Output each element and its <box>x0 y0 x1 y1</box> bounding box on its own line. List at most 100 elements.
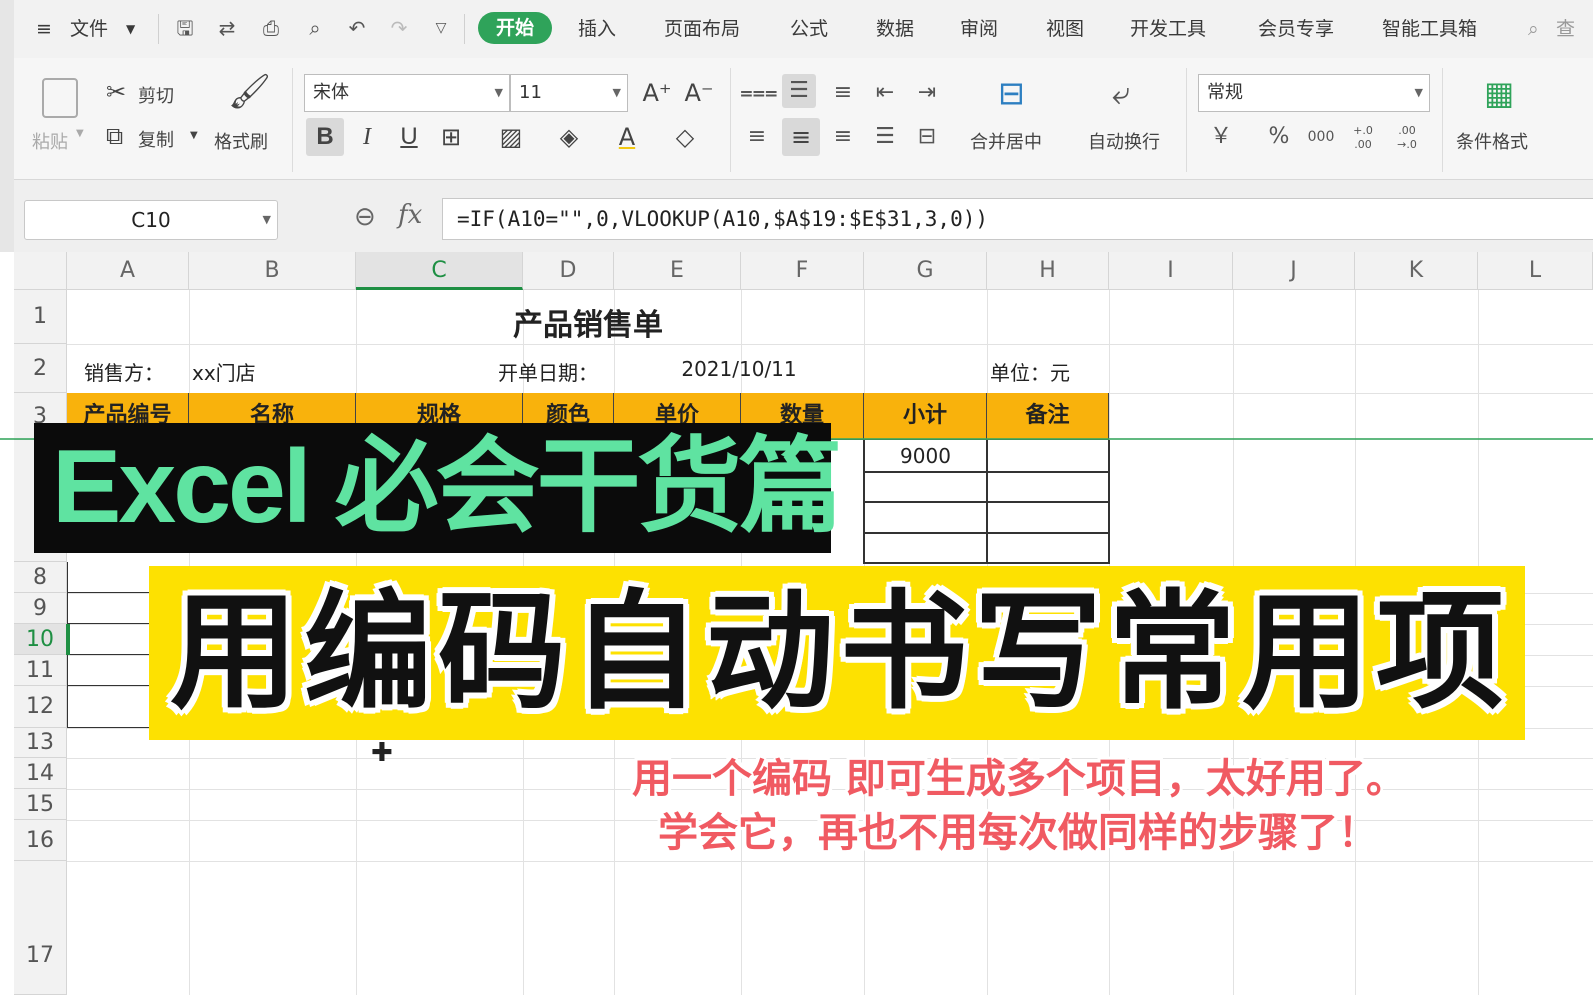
tab-data[interactable]: 数据 <box>876 14 914 44</box>
column-header-j[interactable]: J <box>1233 252 1355 290</box>
column-header-d[interactable]: D <box>523 252 614 290</box>
wrap-text-button[interactable]: 自动换行 <box>1088 128 1160 154</box>
copy-chevron-down-icon[interactable]: ▼ <box>190 130 198 141</box>
tab-start[interactable]: 开始 <box>478 12 552 44</box>
decrease-indent-icon[interactable]: ⇤ <box>868 76 902 110</box>
font-size-select[interactable]: 11 ▼ <box>510 74 628 112</box>
row-header-15[interactable]: 15 <box>14 789 67 820</box>
font-name-select[interactable]: 宋体 ▼ <box>304 74 510 112</box>
row-header-14[interactable]: 14 <box>14 758 67 789</box>
tab-review[interactable]: 审阅 <box>960 14 998 44</box>
zoom-icon[interactable]: ⊖ <box>354 202 376 232</box>
tab-page-layout[interactable]: 页面布局 <box>664 14 740 44</box>
increase-indent-icon[interactable]: ⇥ <box>910 76 944 110</box>
menu-icon[interactable]: ≡ <box>36 14 52 44</box>
search-icon[interactable]: ⌕ <box>1528 14 1539 44</box>
date-label[interactable]: 开单日期： <box>498 357 598 386</box>
increase-decimal-button[interactable]: +.0 .00 <box>1346 120 1380 154</box>
save-icon[interactable]: 🖫 <box>172 14 198 42</box>
formula-input[interactable]: =IF(A10="",0,VLOOKUP(A10,$A$19:$E$31,3,0… <box>442 198 1593 240</box>
print-icon[interactable]: ⎙ <box>258 14 284 42</box>
file-menu[interactable]: 文件 <box>70 14 108 44</box>
borders-icon[interactable]: ⊞ <box>432 118 470 156</box>
number-format-select[interactable]: 常规 ▼ <box>1198 74 1430 112</box>
font-color-icon[interactable]: A <box>608 118 646 156</box>
row-header-8[interactable]: 8 <box>14 562 67 593</box>
header-subtotal[interactable]: 小计 <box>864 393 987 440</box>
header-notes[interactable]: 备注 <box>987 393 1109 440</box>
align-bottom-icon[interactable]: ≡ <box>826 76 860 110</box>
tab-view[interactable]: 视图 <box>1046 14 1084 44</box>
decrease-font-icon[interactable]: A⁻ <box>680 74 718 112</box>
column-header-f[interactable]: F <box>741 252 864 290</box>
column-header-c[interactable]: C <box>356 252 523 290</box>
align-top-icon[interactable]: ⩶ <box>740 76 778 110</box>
column-header-g[interactable]: G <box>864 252 987 290</box>
justify-icon[interactable]: ☰ <box>868 120 902 154</box>
paste-chevron-down-icon[interactable]: ▼ <box>76 128 84 139</box>
eraser-icon[interactable]: ◇ <box>666 118 704 156</box>
redo-icon[interactable]: ↷ <box>386 14 412 42</box>
name-box[interactable]: C10 ▼ <box>24 200 278 240</box>
column-header-b[interactable]: B <box>189 252 356 290</box>
percent-button[interactable]: % <box>1262 120 1296 154</box>
column-header-h[interactable]: H <box>987 252 1109 290</box>
underline-button[interactable]: U <box>390 118 428 156</box>
row-header-9[interactable]: 9 <box>14 593 67 624</box>
cut-button[interactable]: 剪切 <box>138 82 174 108</box>
file-chevron-down-icon[interactable]: ▼ <box>126 14 135 44</box>
row-header-10[interactable]: 10 <box>14 624 67 655</box>
customize-chevron-icon[interactable]: ▽ <box>428 14 454 42</box>
export-icon[interactable]: ⇄ <box>214 14 240 42</box>
row-header-13[interactable]: 13 <box>14 728 67 758</box>
paste-icon[interactable] <box>42 78 78 118</box>
date-value[interactable]: 2021/10/11 <box>614 357 864 381</box>
fx-icon[interactable]: fx <box>398 200 422 230</box>
divider <box>292 68 293 172</box>
tab-member[interactable]: 会员专享 <box>1258 14 1334 44</box>
row-header-1[interactable]: 1 <box>14 290 67 344</box>
row-header-16[interactable]: 16 <box>14 820 67 861</box>
select-all-corner[interactable] <box>14 252 67 290</box>
merge-center-button[interactable]: 合并居中 <box>970 128 1042 154</box>
bold-button[interactable]: B <box>306 118 344 156</box>
copy-button[interactable]: 复制 <box>138 126 174 152</box>
italic-button[interactable]: I <box>348 118 386 156</box>
fill-color-icon[interactable]: ◈ <box>550 118 588 156</box>
print-preview-icon[interactable]: ⌕ <box>302 14 328 42</box>
conditional-format-button[interactable]: 条件格式 <box>1456 128 1528 154</box>
subtotal-cell[interactable]: 9000 <box>864 444 987 468</box>
sheet-title[interactable]: 产品销售单 <box>67 300 1109 344</box>
format-painter-button[interactable]: 格式刷 <box>214 128 268 154</box>
column-header-i[interactable]: I <box>1109 252 1233 290</box>
column-header-a[interactable]: A <box>67 252 189 290</box>
tab-developer[interactable]: 开发工具 <box>1130 14 1206 44</box>
cell-style-icon[interactable]: ▨ <box>492 118 530 156</box>
row-header-2[interactable]: 2 <box>14 344 67 393</box>
tab-formulas[interactable]: 公式 <box>790 14 828 44</box>
align-right-icon[interactable]: ≡ <box>826 120 860 154</box>
seller-value[interactable]: xx门店 <box>192 357 256 386</box>
seller-label[interactable]: 销售方： <box>84 357 164 386</box>
align-left-icon[interactable]: ≡ <box>740 120 774 154</box>
paste-button[interactable]: 粘贴 <box>32 128 68 154</box>
distributed-icon[interactable]: ⊟ <box>910 120 944 154</box>
increase-font-icon[interactable]: A⁺ <box>638 74 676 112</box>
align-center-icon[interactable]: ≡ <box>782 118 820 156</box>
tab-smart-toolbox[interactable]: 智能工具箱 <box>1382 14 1477 44</box>
decrease-decimal-button[interactable]: .00 →.0 <box>1390 120 1424 154</box>
column-header-k[interactable]: K <box>1355 252 1478 290</box>
tab-insert[interactable]: 插入 <box>578 14 616 44</box>
unit-label[interactable]: 单位：元 <box>990 357 1070 386</box>
column-header-l[interactable]: L <box>1478 252 1593 290</box>
main-title: 用编码自动书写常用项 <box>170 578 1511 727</box>
search-hint[interactable]: 查 <box>1556 14 1575 44</box>
align-middle-icon[interactable]: ☰ <box>782 74 816 108</box>
row-header-12[interactable]: 12 <box>14 686 67 728</box>
row-header-11[interactable]: 11 <box>14 655 67 686</box>
currency-button[interactable]: ￥ <box>1204 120 1238 154</box>
undo-icon[interactable]: ↶ <box>344 14 370 42</box>
row-header-17[interactable]: 17 <box>14 861 67 995</box>
thousands-button[interactable]: 000 <box>1304 120 1338 154</box>
column-header-e[interactable]: E <box>614 252 741 290</box>
